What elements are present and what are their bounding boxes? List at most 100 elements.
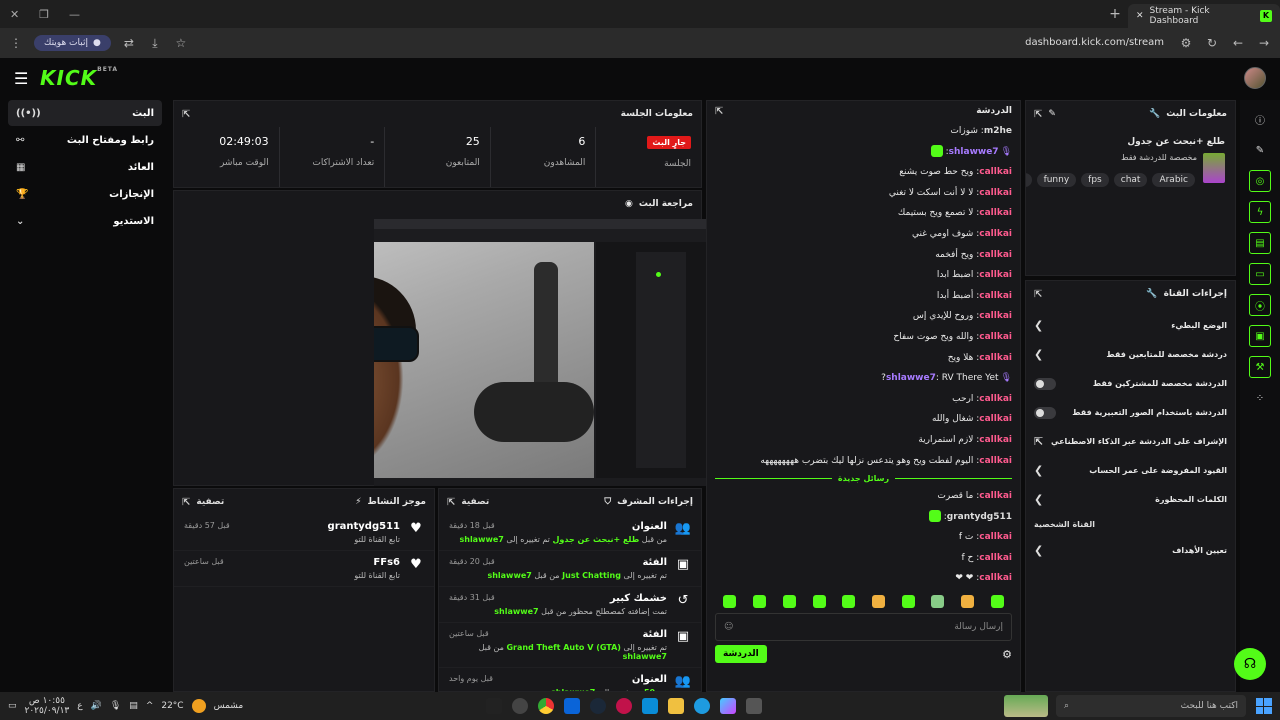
chat-input[interactable]: إرسال رسالة ☺ — [715, 613, 1012, 642]
copilot-icon[interactable] — [719, 698, 736, 714]
chat-username[interactable]: callkai — [979, 491, 1012, 501]
browser-tab[interactable]: ✕ Stream - Kick Dashboard K — [1128, 4, 1280, 28]
stream-tag[interactable]: Arabic — [1152, 173, 1195, 187]
mod-action-user[interactable]: shlawwe7 — [487, 571, 531, 580]
edit-icon[interactable]: ✎ — [1249, 139, 1271, 161]
lightning-icon[interactable]: ϟ — [1249, 201, 1271, 223]
chat-username[interactable]: callkai — [979, 270, 1012, 280]
reload-icon[interactable]: ↻ — [1204, 36, 1220, 50]
emote-icon[interactable] — [901, 594, 915, 608]
volume-icon[interactable]: 🔊 — [91, 701, 102, 711]
windows-start-icon[interactable] — [1255, 698, 1272, 714]
emote-icon[interactable] — [723, 594, 737, 608]
chrome-icon[interactable] — [537, 698, 554, 714]
emote-icon[interactable] — [812, 594, 826, 608]
channel-action-row[interactable]: الدردشة باستخدام الصور التعبيرية فقط — [1026, 398, 1235, 427]
chat-username[interactable]: callkai — [979, 311, 1012, 321]
identity-button[interactable]: إثبات هويتك ● — [34, 35, 111, 51]
taskbar-search[interactable]: اكتب هنا للبحث ⌕ — [1055, 695, 1246, 717]
forward-icon[interactable]: → — [1256, 36, 1272, 50]
obs-icon[interactable] — [511, 698, 528, 714]
emote-icon[interactable] — [753, 594, 767, 608]
popout-icon[interactable]: ⇱ — [715, 106, 723, 117]
url-bar[interactable]: dashboard.kick.com/stream — [199, 32, 1168, 54]
kick-logo[interactable]: KICKBETA — [40, 66, 118, 90]
broadcast-icon[interactable]: ⦿ — [1249, 294, 1271, 316]
stream-tag[interactable]: funny — [1036, 173, 1077, 187]
hamburger-menu-icon[interactable]: ☰ — [14, 69, 40, 88]
sidebar-item-achievements[interactable]: الإنجازات 🏆 — [8, 181, 162, 207]
store-icon[interactable] — [641, 698, 658, 714]
user-avatar[interactable] — [1244, 67, 1266, 89]
emote-icon[interactable] — [782, 594, 796, 608]
activity-user[interactable]: grantydg511 — [328, 521, 400, 532]
chat-username[interactable]: callkai — [979, 332, 1012, 342]
back-icon[interactable]: ← — [1230, 36, 1246, 50]
chat-username[interactable]: callkai — [979, 167, 1012, 177]
close-window-icon[interactable]: ✕ — [10, 8, 19, 21]
chat-bubble-icon[interactable]: ▭ — [1249, 263, 1271, 285]
emote-icon[interactable] — [871, 594, 885, 608]
menu-dots-icon[interactable]: ⋮ — [8, 36, 24, 50]
widgets-icon[interactable]: ⁘ — [1249, 387, 1271, 409]
chat-username[interactable]: callkai — [979, 435, 1012, 445]
epic-games-icon[interactable] — [485, 698, 502, 714]
sidebar-item-stream[interactable]: البث ((•)) — [8, 100, 162, 126]
mod-action-user[interactable]: shlawwe7 — [623, 652, 667, 661]
channel-action-row[interactable]: الدردشة مخصصة للمشتركين فقط — [1026, 369, 1235, 398]
channel-action-row[interactable]: الكلمات المحظورة ❯ — [1026, 485, 1235, 514]
maximize-window-icon[interactable]: ❐ — [39, 8, 49, 21]
channel-action-row[interactable]: القيود المفروضة على عمر الحساب ❯ — [1026, 456, 1235, 485]
download-icon[interactable]: ⤓ — [147, 36, 163, 51]
filter-button[interactable]: تصفية — [461, 497, 489, 507]
mic-icon[interactable]: 🎙 — [110, 701, 121, 711]
chat-username[interactable]: shlawwe7 — [886, 373, 936, 383]
info-icon[interactable]: ⓘ — [1249, 108, 1271, 130]
chat-username[interactable]: callkai — [979, 553, 1012, 563]
steam-icon[interactable] — [589, 698, 606, 714]
popout-icon[interactable]: ⇱ — [1034, 109, 1042, 120]
site-settings-icon[interactable]: ⚙ — [1178, 36, 1194, 50]
notification-icon[interactable]: ▭ — [8, 701, 17, 711]
camera-icon[interactable]: ◎ — [1249, 170, 1271, 192]
bookmark-star-icon[interactable]: ☆ — [173, 36, 189, 50]
chat-settings-icon[interactable]: ⚙ — [1002, 648, 1012, 661]
help-headset-button[interactable]: ☊ — [1234, 648, 1266, 680]
sidebar-item-revenue[interactable]: العائد ▦ — [8, 154, 162, 180]
weather-temp[interactable]: 22°C — [161, 701, 183, 711]
input-language[interactable]: ع — [77, 701, 82, 711]
filter-button[interactable]: تصفية — [196, 497, 224, 507]
clock[interactable]: ١٠:٥٥ ص ٢٠٢٥/٠٩/١٣ — [25, 696, 70, 716]
mod-action-user[interactable]: shlawwe7 — [494, 607, 538, 616]
task-view-icon[interactable] — [745, 698, 762, 714]
opera-icon[interactable] — [615, 698, 632, 714]
chat-username[interactable]: callkai — [979, 394, 1012, 404]
stream-tag[interactable]: fps — [1081, 173, 1109, 187]
chat-username[interactable]: grantydg511 — [947, 512, 1012, 522]
wrench-icon[interactable]: ⚒ — [1249, 356, 1271, 378]
chat-username[interactable]: callkai — [979, 532, 1012, 542]
channel-action-row[interactable]: الوضع البطيء ❯ — [1026, 311, 1235, 340]
sidebar-item-stream-key[interactable]: رابط ومفتاح البث ⚯ — [8, 127, 162, 153]
set-goals-row[interactable]: تعيين الأهداف ❯ — [1026, 536, 1235, 565]
send-chat-button[interactable]: الدردشة — [715, 645, 767, 664]
edge-icon[interactable] — [693, 698, 710, 714]
new-tab-button[interactable]: + — [1102, 6, 1128, 22]
channel-action-row[interactable]: دردشة مخصصة للمتابعين فقط ❯ — [1026, 340, 1235, 369]
chat-message-list[interactable]: m2he: شوزات 🎙shlawwe7: callkai: ويح حط صو… — [707, 121, 1020, 589]
chat-username[interactable]: callkai — [979, 291, 1012, 301]
stream-tag[interactable]: g — [1026, 173, 1032, 187]
chat-username[interactable]: callkai — [979, 414, 1012, 424]
emote-icon[interactable] — [931, 594, 945, 608]
popout-icon[interactable]: ⇱ — [182, 497, 190, 508]
tray-chevron-icon[interactable]: ^ — [146, 701, 154, 711]
chat-username[interactable]: callkai — [979, 250, 1012, 260]
network-icon[interactable]: ▤ — [129, 701, 138, 711]
outlook-icon[interactable] — [563, 698, 580, 714]
channel-action-row[interactable]: الإشراف على الدردشة عبر الذكاء الاصطناعي… — [1026, 427, 1235, 456]
mod-action-user[interactable]: shlawwe7 — [459, 535, 503, 544]
emoji-icon[interactable]: ☺ — [724, 622, 733, 632]
chat-username[interactable]: shlawwe7 — [949, 147, 999, 157]
minimize-window-icon[interactable]: — — [69, 8, 80, 21]
chat-username[interactable]: callkai — [979, 456, 1012, 466]
